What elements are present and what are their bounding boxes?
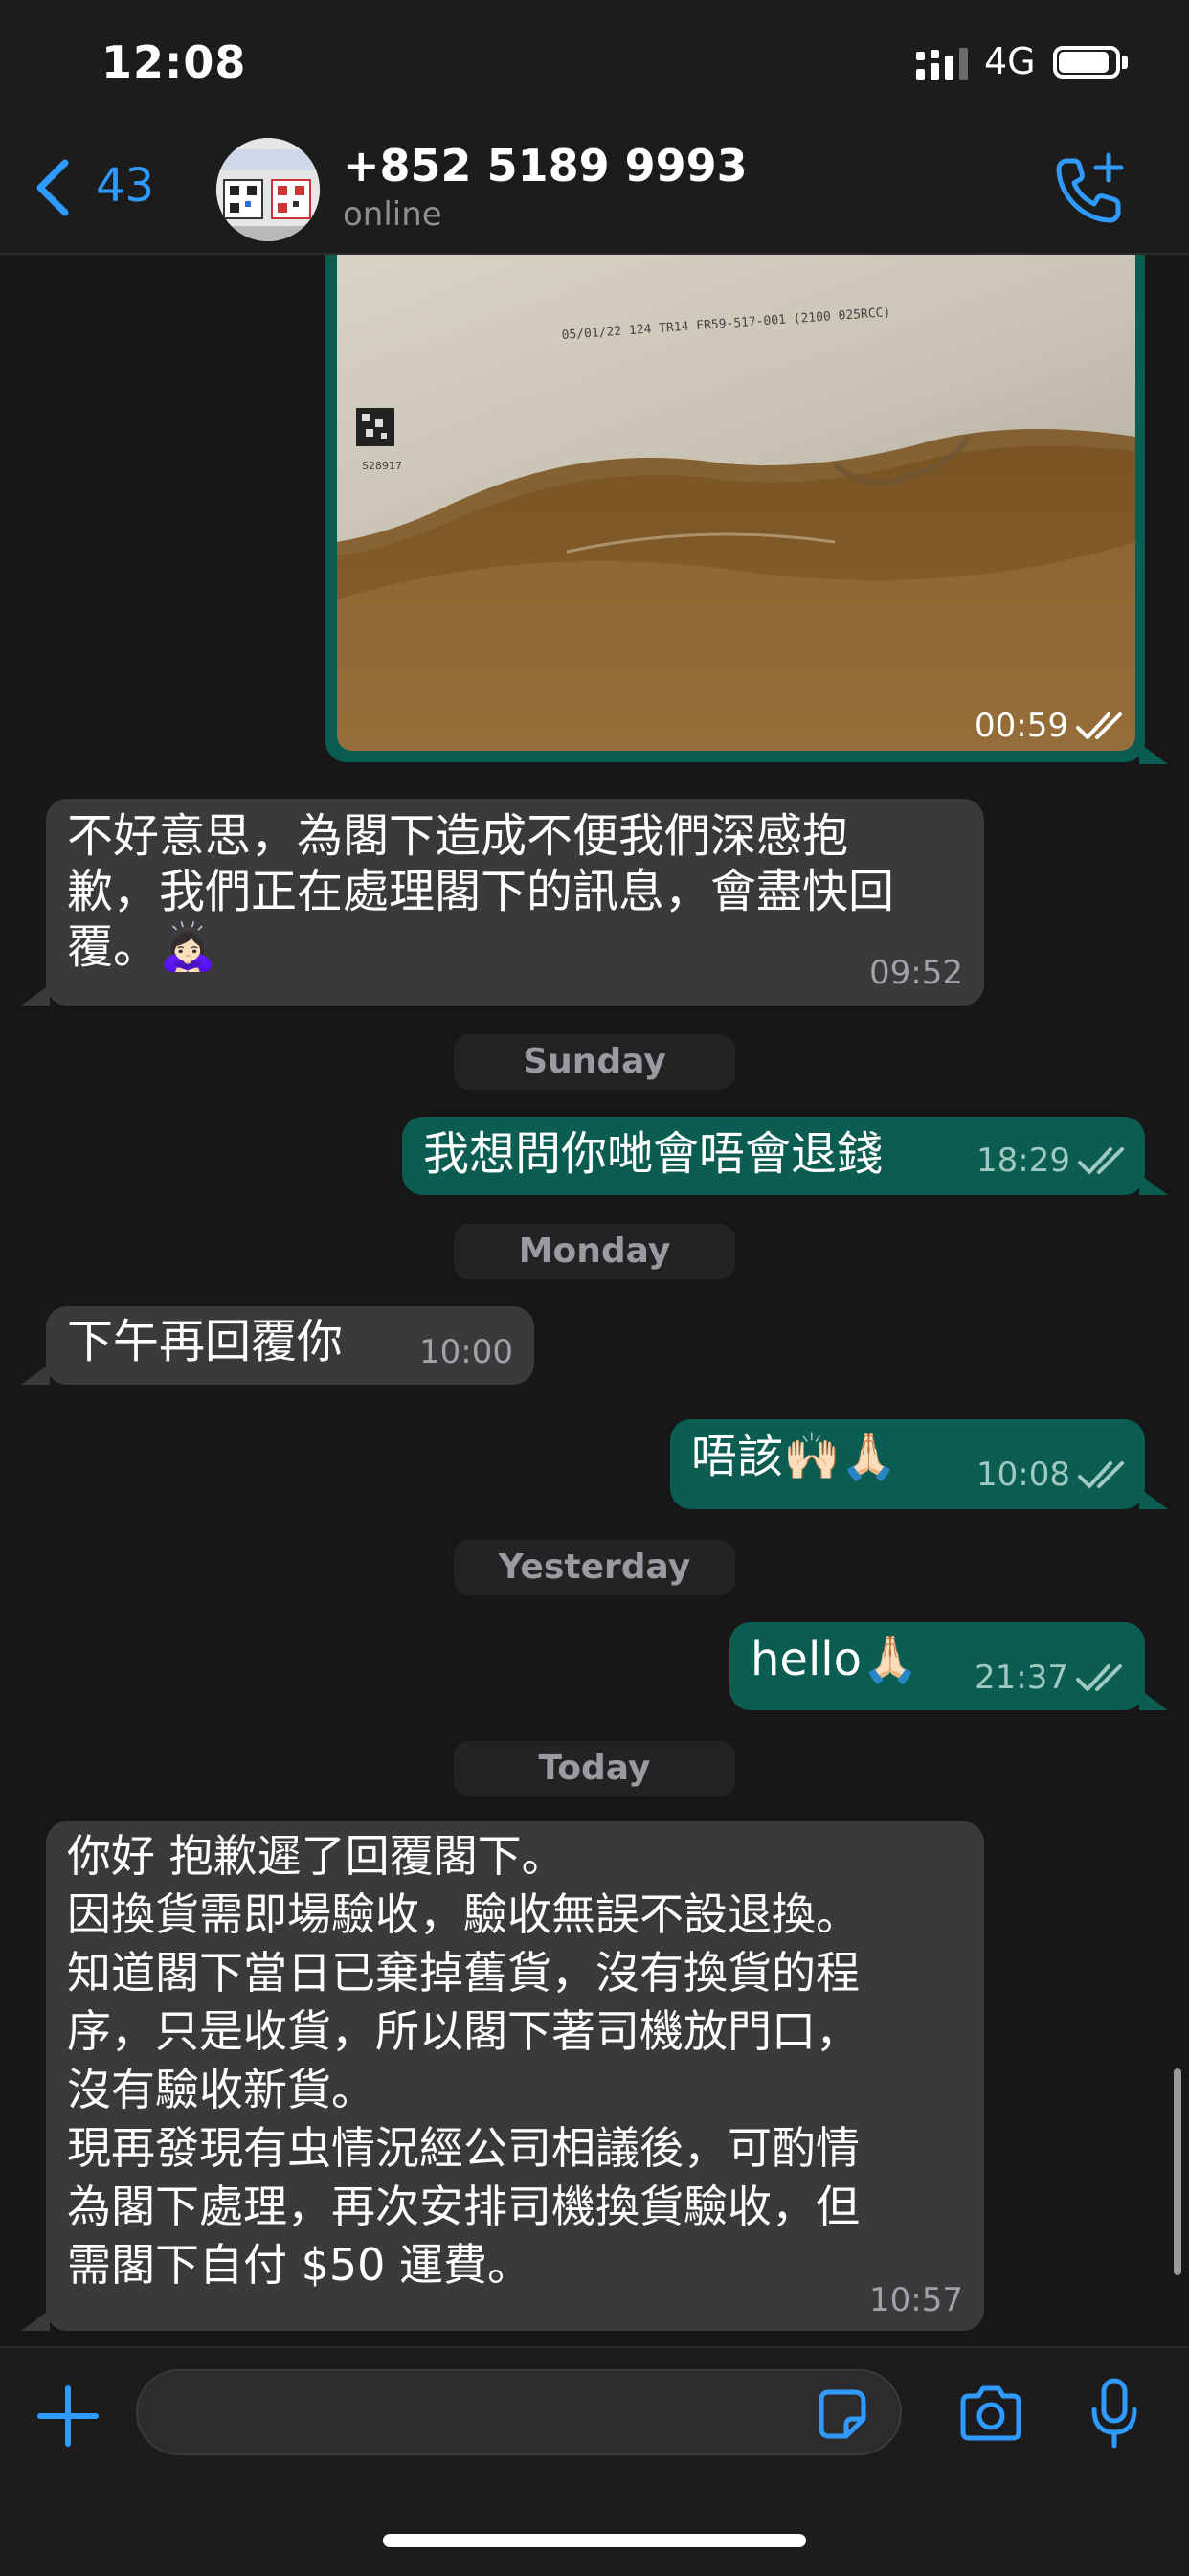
- message-text: 我想問你哋會唔會退錢: [423, 1127, 884, 1181]
- date-separator: Monday: [454, 1224, 735, 1279]
- message-text: 你好 抱歉遲了回覆閣下。 因換貨需即場驗收，驗收無誤不設退換。 知道閣下當日已棄…: [67, 1830, 860, 2291]
- incoming-message[interactable]: 下午再回覆你 10:00: [46, 1306, 534, 1385]
- bubble-tail: [21, 2310, 50, 2331]
- outgoing-message[interactable]: hello🙏🏻 21:37: [729, 1622, 1145, 1710]
- message-time: 09:52: [869, 954, 963, 992]
- network-type: 4G: [984, 40, 1036, 82]
- photo-attachment[interactable]: 05/01/22 124 TR14 FR59-517-001 (2100 025…: [337, 255, 1135, 751]
- bubble-tail: [1139, 1689, 1168, 1710]
- outgoing-message[interactable]: 我想問你哋會唔會退錢 18:29: [402, 1117, 1145, 1195]
- date-separator: Yesterday: [454, 1540, 735, 1595]
- incoming-message[interactable]: 不好意思，為閣下造成不便我們深感抱 歉，我們正在處理閣下的訊息，會盡快回 覆。🙇…: [46, 799, 984, 1006]
- message-text: 不好意思，為閣下造成不便我們深感抱 歉，我們正在處理閣下的訊息，會盡快回 覆。🙇…: [67, 809, 895, 974]
- contact-status: online: [343, 195, 442, 234]
- photo-image: 05/01/22 124 TR14 FR59-517-001 (2100 025…: [337, 255, 1135, 751]
- message-time: 00:59: [975, 707, 1068, 745]
- date-separator: Sunday: [454, 1034, 735, 1090]
- message-time: 10:00: [419, 1333, 513, 1371]
- message-time: 10:57: [869, 2281, 963, 2319]
- message-input[interactable]: [136, 2369, 902, 2455]
- message-text: 下午再回覆你: [67, 1315, 344, 1368]
- message-text: hello🙏🏻: [751, 1633, 919, 1686]
- microphone-icon[interactable]: [1089, 2377, 1139, 2452]
- chevron-left-icon[interactable]: [33, 157, 75, 218]
- message-time: 10:08: [976, 1456, 1070, 1494]
- camera-icon[interactable]: [957, 2384, 1024, 2442]
- plus-icon[interactable]: [36, 2384, 100, 2448]
- read-receipt-icon: [1078, 1461, 1124, 1488]
- bubble-tail: [1139, 743, 1168, 764]
- home-indicator[interactable]: [383, 2534, 806, 2547]
- message-text: 唔該🙌🏻🙏🏻: [691, 1430, 898, 1483]
- status-time: 12:08: [101, 36, 247, 88]
- bubble-tail: [21, 1364, 50, 1385]
- sticker-icon[interactable]: [814, 2386, 869, 2442]
- bubble-tail: [1139, 1488, 1168, 1509]
- contact-name[interactable]: +852 5189 9993: [343, 140, 748, 192]
- add-call-icon[interactable]: [1053, 151, 1128, 226]
- scroll-indicator[interactable]: [1174, 2068, 1181, 2275]
- read-receipt-icon: [1076, 712, 1122, 739]
- avatar[interactable]: [216, 138, 320, 241]
- message-list[interactable]: 05/01/22 124 TR14 FR59-517-001 (2100 025…: [0, 255, 1189, 2346]
- back-unread-count[interactable]: 43: [96, 159, 154, 213]
- cellular-signal-icon: [916, 48, 968, 80]
- message-time: 18:29: [976, 1141, 1070, 1180]
- battery-level: [1059, 52, 1109, 73]
- message-time: 21:37: [975, 1659, 1068, 1697]
- bubble-tail: [21, 984, 50, 1006]
- read-receipt-icon: [1078, 1147, 1124, 1174]
- incoming-message[interactable]: 你好 抱歉遲了回覆閣下。 因換貨需即場驗收，驗收無誤不設退換。 知道閣下當日已棄…: [46, 1821, 984, 2331]
- battery-tip: [1122, 56, 1128, 69]
- avatar-qr-image: [216, 138, 320, 241]
- bubble-tail: [1139, 1174, 1168, 1195]
- read-receipt-icon: [1076, 1664, 1122, 1691]
- date-separator: Today: [454, 1741, 735, 1796]
- outgoing-message[interactable]: 唔該🙌🏻🙏🏻 10:08: [670, 1419, 1145, 1509]
- product-code-text: S28917: [362, 460, 402, 472]
